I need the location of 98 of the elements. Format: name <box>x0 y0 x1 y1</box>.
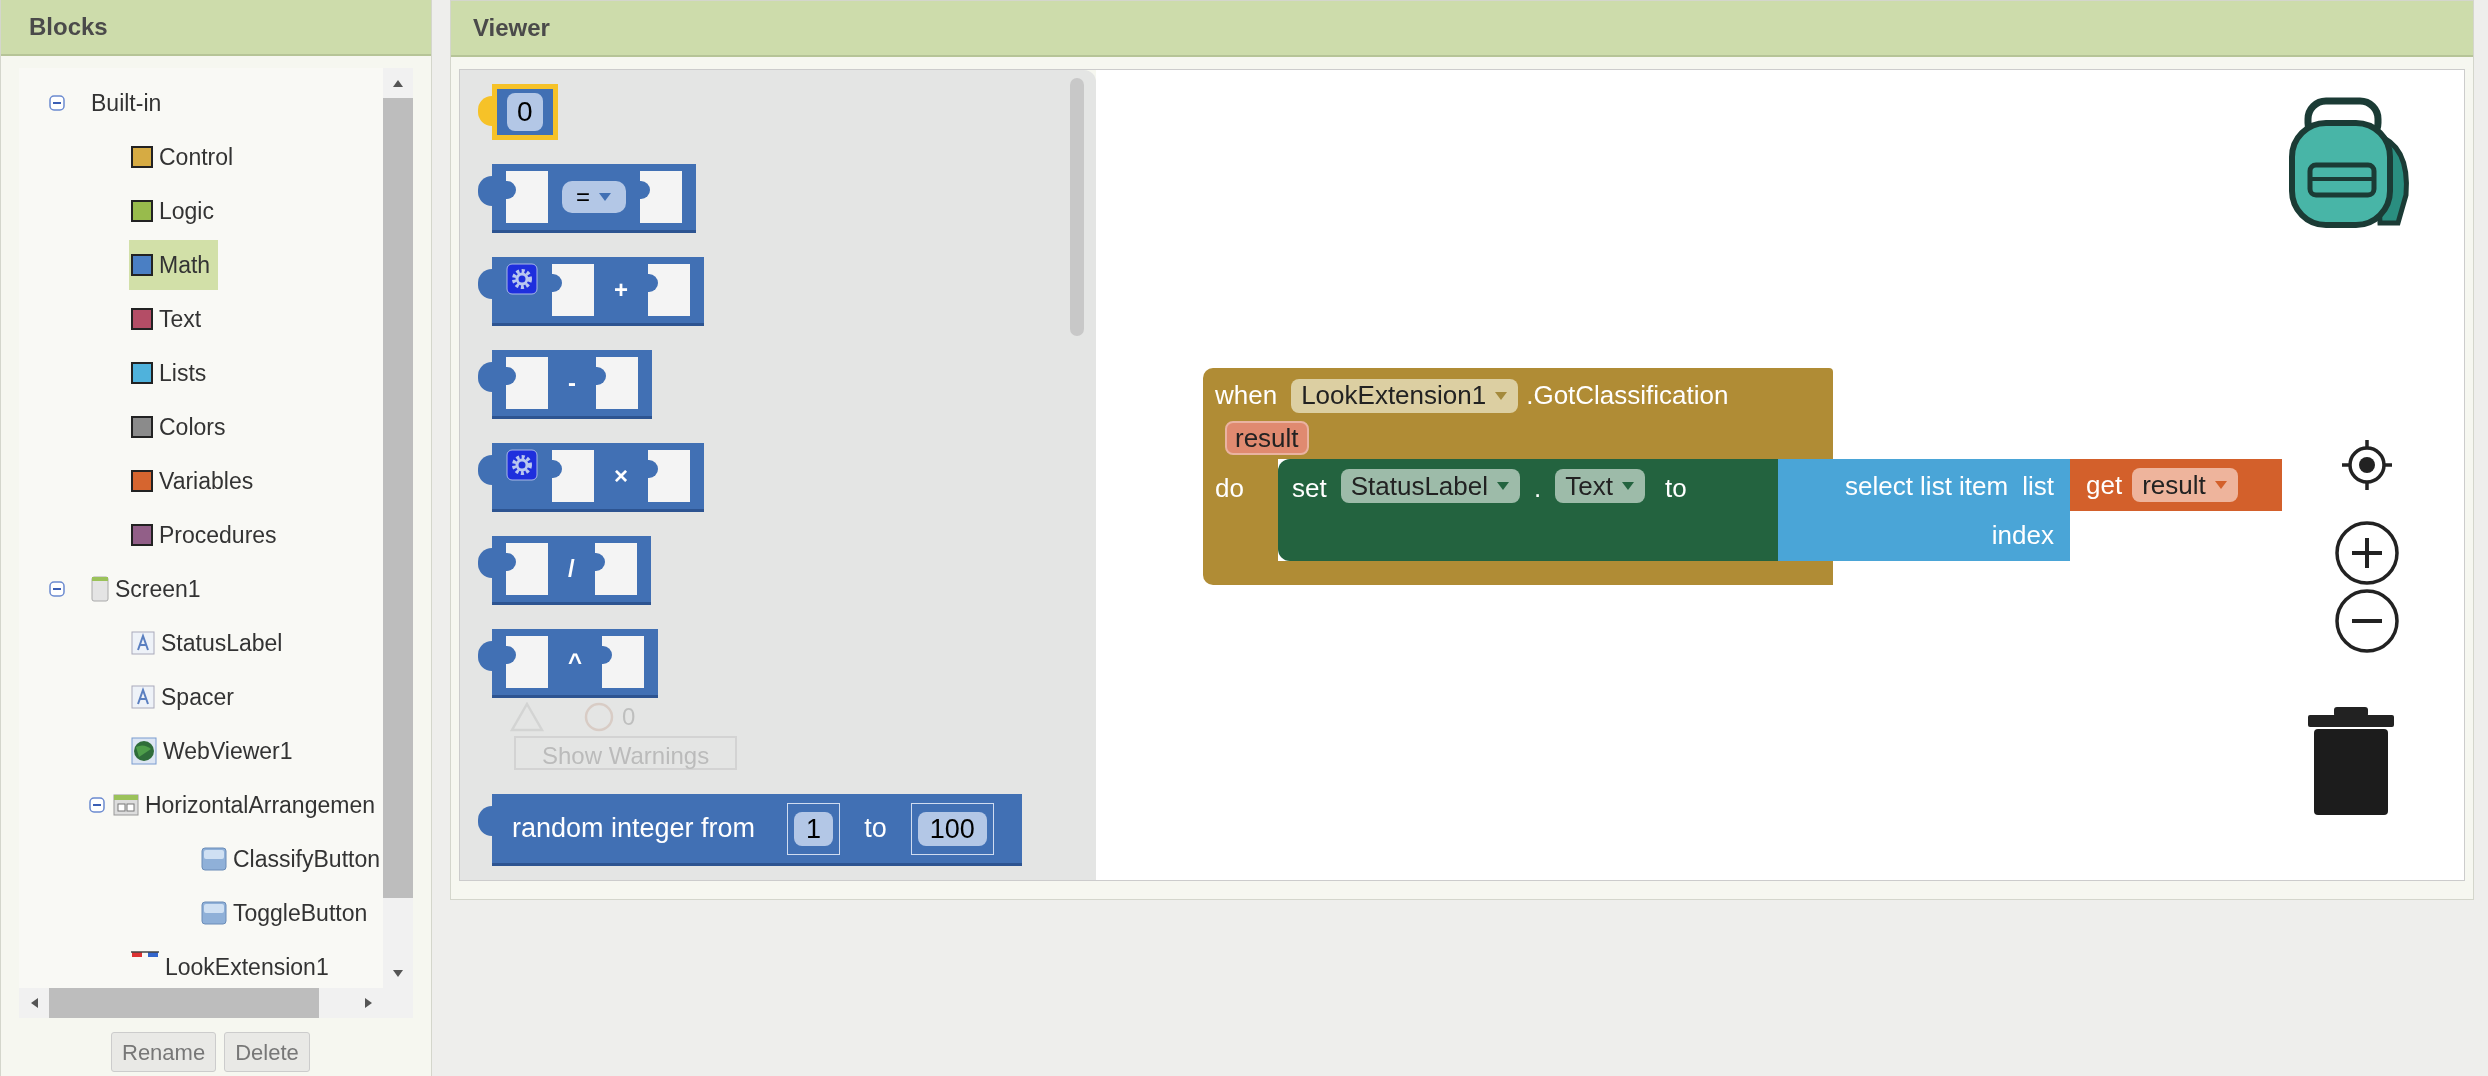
input-socket <box>648 264 690 316</box>
dropdown-field[interactable]: LookExtension1 <box>1291 378 1519 413</box>
panel-title: Blocks <box>29 12 108 42</box>
trash-icon[interactable] <box>2306 705 2396 817</box>
gear-icon[interactable] <box>506 449 538 481</box>
tree-item[interactable]: Colors <box>129 402 234 452</box>
block-connector <box>478 176 492 206</box>
number-block[interactable]: 100 <box>910 802 994 855</box>
zoom-in-icon[interactable] <box>2334 520 2400 586</box>
button-icon <box>201 901 227 925</box>
get-variable-block[interactable]: get result <box>2070 459 2282 511</box>
recenter-icon[interactable] <box>2340 438 2394 492</box>
block-connector <box>478 641 492 671</box>
number-block[interactable]: 1 <box>787 802 841 855</box>
horizontal-scrollbar[interactable] <box>19 988 413 1018</box>
tree-item[interactable]: ToggleButton <box>199 888 376 938</box>
collapse-icon[interactable] <box>89 797 105 813</box>
block-label: get <box>2086 468 2123 502</box>
block-connector <box>478 455 492 485</box>
tree-item[interactable]: Lists <box>129 348 215 398</box>
tree-item[interactable]: StatusLabel <box>129 618 291 668</box>
operator-dropdown[interactable]: = <box>562 181 626 213</box>
tree-item[interactable]: Control <box>129 132 242 182</box>
tree-item[interactable]: Spacer <box>129 672 242 722</box>
dropdown-field[interactable]: StatusLabel <box>1340 469 1520 503</box>
tree-item[interactable]: ClassifyButton <box>199 834 383 884</box>
block-label: to <box>864 812 887 846</box>
input-socket <box>602 636 644 688</box>
block-label: when <box>1215 379 1278 412</box>
input-socket <box>552 264 594 316</box>
input-socket <box>594 543 637 595</box>
tree-item[interactable]: Text <box>129 294 210 344</box>
flyout-scrollbar[interactable] <box>1070 78 1084 336</box>
zoom-out-icon[interactable] <box>2334 588 2400 654</box>
tree-item[interactable]: Screen1 <box>89 564 209 614</box>
input-socket <box>648 450 690 502</box>
panel-button[interactable]: Delete <box>224 1032 310 1072</box>
caret-icon <box>1494 390 1509 401</box>
button-icon <box>201 847 227 871</box>
number-field[interactable]: 1 <box>794 811 834 846</box>
screen-icon <box>91 576 109 602</box>
operator-label: / <box>567 554 576 584</box>
block-label: .GotClassification <box>1526 379 1729 412</box>
block-label: index <box>1991 519 2054 552</box>
block-label: do <box>1215 473 1244 503</box>
event-block[interactable]: when LookExtension1 .GotClassification result <box>1203 368 1833 459</box>
block-connector <box>478 548 492 578</box>
globe-icon <box>131 737 157 765</box>
tree-item[interactable]: LookExtension1 <box>129 942 337 988</box>
block-label: random integer from <box>512 812 756 846</box>
tree-item[interactable]: Procedures <box>129 510 285 560</box>
parameter-chip[interactable]: result <box>1225 421 1309 455</box>
tree-item[interactable]: Variables <box>129 456 262 506</box>
number-field[interactable]: 100 <box>917 811 987 846</box>
input-socket <box>506 171 548 223</box>
operator-label: - <box>567 368 577 398</box>
number-field[interactable]: 0 <box>507 93 543 131</box>
caret-icon <box>2213 480 2228 490</box>
collapse-icon[interactable] <box>49 581 65 597</box>
block-connector <box>478 806 492 836</box>
input-socket <box>552 450 594 502</box>
panel-title: Viewer <box>473 13 550 43</box>
tree-item[interactable]: Built-in <box>89 78 170 128</box>
caret-icon <box>598 192 612 202</box>
label-icon <box>131 685 155 709</box>
gear-icon[interactable] <box>506 263 538 295</box>
panel-button[interactable]: Rename <box>111 1032 217 1072</box>
block-label: to <box>1664 472 1687 505</box>
caret-icon <box>1620 481 1635 491</box>
tree-item[interactable]: Math <box>129 240 219 290</box>
collapse-icon[interactable] <box>49 95 65 111</box>
error-icon <box>584 702 614 732</box>
operator-label: × <box>613 461 629 491</box>
arrangement-icon <box>112 794 139 816</box>
dropdown-field[interactable]: Text <box>1555 469 1645 503</box>
block-label: list <box>2022 470 2054 503</box>
block-connector <box>478 96 492 126</box>
dropdown-field[interactable]: result <box>2132 468 2238 502</box>
block-label: set <box>1292 472 1327 505</box>
label-icon <box>131 631 155 655</box>
block-connector <box>478 269 492 299</box>
block-label: select list item <box>1844 470 2009 503</box>
operator-label: ^ <box>567 647 583 677</box>
glasses-icon <box>131 950 159 960</box>
block-label: . <box>1534 472 1542 505</box>
tree-item[interactable]: HorizontalArrangemen <box>110 780 383 830</box>
set-property-block[interactable]: set StatusLabel . Text to <box>1278 459 1778 561</box>
input-socket <box>640 171 682 223</box>
caret-icon <box>1496 481 1510 491</box>
operator-label: + <box>613 275 629 305</box>
tree-item[interactable]: WebViewer1 <box>129 726 301 776</box>
input-socket <box>596 357 638 409</box>
vertical-scrollbar[interactable] <box>383 68 413 988</box>
input-socket <box>506 357 548 409</box>
input-socket <box>506 636 548 688</box>
tree-item[interactable]: Logic <box>129 186 222 236</box>
input-socket <box>506 543 548 595</box>
block-connector <box>478 362 492 392</box>
